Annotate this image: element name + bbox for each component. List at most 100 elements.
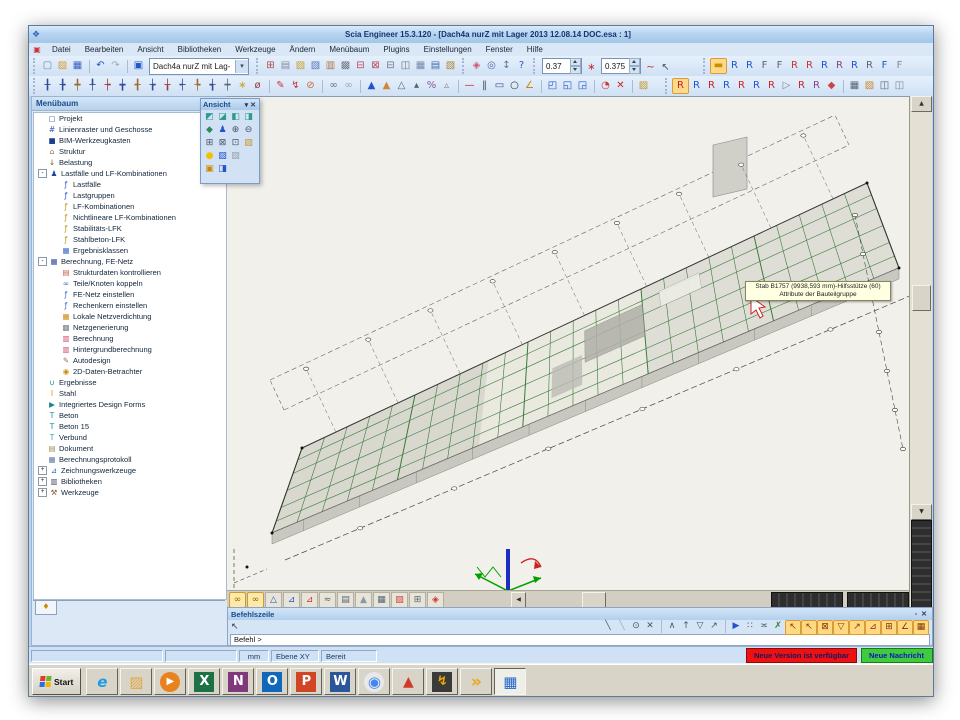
spinner-up-button[interactable]: [629, 58, 640, 66]
link-nodes-icon[interactable]: ∞: [247, 592, 264, 608]
winamp-taskbar-button[interactable]: ↯: [426, 668, 458, 695]
data-table-icon[interactable]: ▦: [373, 592, 390, 608]
snap-midpoint-icon[interactable]: ↖: [801, 620, 817, 635]
tree-item-strukturdaten-kontrollieren[interactable]: ▤Strukturdaten kontrollieren: [34, 267, 226, 278]
undo-icon[interactable]: ↶: [93, 58, 108, 74]
picture-gallery-icon[interactable]: ▨: [293, 58, 308, 74]
draw-line-icon[interactable]: —: [462, 78, 477, 94]
tree-item-berechnungsprotokoll[interactable]: ▦Berechnungsprotokoll: [34, 454, 226, 465]
tree-item-integriertes-design-forms[interactable]: ▶Integriertes Design Forms: [34, 399, 226, 410]
play-animation-icon[interactable]: ▷: [779, 78, 794, 94]
split-view-1-icon[interactable]: ◫: [877, 78, 892, 94]
render-lights-icon[interactable]: R: [862, 58, 877, 74]
rotate-reset-icon[interactable]: R: [749, 78, 764, 94]
menu-item-werkzeuge[interactable]: Werkzeuge: [228, 43, 282, 56]
snap-intersect-icon[interactable]: ⊠: [817, 620, 833, 635]
grid-snap-icon[interactable]: ⊞: [409, 592, 426, 608]
cursor-snap-icon[interactable]: ▶: [729, 620, 743, 633]
new-message-alert[interactable]: Neue Nachricht: [861, 648, 933, 663]
line-snap-icon[interactable]: ╲: [601, 620, 615, 633]
spinner-down-button[interactable]: [570, 66, 581, 74]
model-viewport[interactable]: Stab B1757 (9938,593 mm)-Hilfsstütze (60…: [227, 96, 909, 608]
move-member-icon[interactable]: ↯: [288, 78, 303, 94]
window-copy-icon[interactable]: ◱: [560, 78, 575, 94]
measure-tool-icon[interactable]: ø: [250, 78, 265, 94]
shadow-icon[interactable]: ▧: [229, 149, 242, 162]
media-player-taskbar-button[interactable]: ▶: [154, 668, 186, 695]
cube-view-icon[interactable]: ◈: [427, 592, 444, 608]
tree-item-lastf-lle-und-lf-kombinationen[interactable]: -♟Lastfälle und LF-Kombinationen: [34, 168, 226, 179]
chrome-taskbar-button[interactable]: ◉: [358, 668, 390, 695]
cross-link-tool-icon[interactable]: ╅: [205, 78, 220, 94]
curve-tool-icon[interactable]: ~: [643, 60, 658, 76]
rotate-y-icon[interactable]: R: [689, 78, 704, 94]
scroll-left-button[interactable]: ◀: [511, 592, 526, 608]
snap-endpoint-icon[interactable]: ↖: [785, 620, 801, 635]
draw-rectangle-icon[interactable]: ▭: [492, 78, 507, 94]
beam-tool-icon[interactable]: ╂: [40, 78, 55, 94]
new-document-icon[interactable]: ▢: [40, 58, 55, 74]
expand-toggle-icon[interactable]: -: [38, 169, 47, 178]
tree-item-verbund[interactable]: TVerbund: [34, 432, 226, 443]
link-open-icon[interactable]: ∞: [326, 78, 341, 94]
tree-item-teile-knoten-koppeln[interactable]: ∞Teile/Knoten koppeln: [34, 278, 226, 289]
tree-item-beton-15[interactable]: TBeton 15: [34, 421, 226, 432]
render-section-icon[interactable]: R: [832, 58, 847, 74]
tree-item-fe-netz-einstellen[interactable]: ƒFE-Netz einstellen: [34, 289, 226, 300]
view-bottom-icon[interactable]: F: [892, 58, 907, 74]
image-capture-icon[interactable]: ▨: [391, 592, 408, 608]
menu-item-fenster[interactable]: Fenster: [479, 43, 520, 56]
draw-circle-icon[interactable]: ○: [507, 78, 522, 94]
table-icon[interactable]: ▦: [413, 58, 428, 74]
tree-item-bibliotheken[interactable]: +▥Bibliotheken: [34, 476, 226, 487]
save-view-icon[interactable]: ▦: [847, 78, 862, 94]
expand-toggle-icon[interactable]: -: [38, 257, 47, 266]
clip-box-icon[interactable]: ▣: [203, 162, 216, 175]
palette-close-icon[interactable]: ✕: [249, 101, 257, 109]
vertex-snap-icon[interactable]: ∧: [665, 620, 679, 633]
collapsed-panel-3[interactable]: [911, 520, 932, 608]
tree-item-bim-werkzeugkasten[interactable]: ■BIM-Werkzeugkasten: [34, 135, 226, 146]
view-params-icon[interactable]: ◨: [216, 162, 229, 175]
spinner-down-button[interactable]: [629, 66, 640, 74]
render-wireframe-icon[interactable]: R: [727, 58, 742, 74]
layers-stack-icon[interactable]: ▤: [337, 592, 354, 608]
view-top-icon[interactable]: F: [877, 58, 892, 74]
tree-item-lf-kombinationen[interactable]: ƒLF-Kombinationen: [34, 201, 226, 212]
rotate-x-icon[interactable]: R: [672, 78, 689, 94]
menu-item-men-baum[interactable]: Menübaum: [322, 43, 376, 56]
zoom-document-icon[interactable]: ◎: [484, 58, 499, 74]
select-query-icon[interactable]: ↖: [658, 60, 673, 76]
tree-item-nichtlineare-lf-kombinationen[interactable]: ƒNichtlineare LF-Kombinationen: [34, 212, 226, 223]
star-tool-icon[interactable]: ∗: [235, 78, 250, 94]
scia-engineer-taskbar-button[interactable]: ▦: [494, 668, 526, 695]
intersection-snap-icon[interactable]: ✕: [643, 620, 657, 633]
render-transparent-icon[interactable]: R: [742, 58, 757, 74]
modify-geometry-icon[interactable]: ✎: [273, 78, 288, 94]
diamond-marker-icon[interactable]: ◆: [824, 78, 839, 94]
render-edges-icon[interactable]: R: [787, 58, 802, 74]
expand-toggle-icon[interactable]: +: [38, 477, 47, 486]
tree-item-stabilit-ts-lfk[interactable]: ƒStabilitäts-LFK: [34, 223, 226, 234]
shell-tool-icon[interactable]: ┾: [100, 78, 115, 94]
yellow-arrows-taskbar-button[interactable]: »: [460, 668, 492, 695]
results-icon[interactable]: ⊠: [368, 58, 383, 74]
menu-item-einstellungen[interactable]: Einstellungen: [417, 43, 479, 56]
menu-item-ndern[interactable]: Ändern: [283, 43, 323, 56]
spinner-up-button[interactable]: [570, 58, 581, 66]
window-paste-icon[interactable]: ◲: [575, 78, 590, 94]
color-palette-icon[interactable]: ◈: [469, 58, 484, 74]
chart-section-icon[interactable]: ⊿: [283, 592, 300, 608]
user-settings-icon[interactable]: ⊞: [263, 58, 278, 74]
arrow-snap-icon[interactable]: ↑: [679, 620, 693, 633]
draw-polyline-icon[interactable]: ‖: [477, 78, 492, 94]
column-tool-icon[interactable]: ╊: [55, 78, 70, 94]
open-recent-icon[interactable]: ▨: [636, 78, 651, 94]
snap-line-icon[interactable]: ∠: [897, 620, 913, 635]
calculator-icon[interactable]: ⊟: [353, 58, 368, 74]
pin-levels-icon[interactable]: ↕: [499, 58, 514, 74]
tree-item-rechenkern-einstellen[interactable]: ƒRechenkern einstellen: [34, 300, 226, 311]
tree-item-hintergrundberechnung[interactable]: ▥Hintergrundberechnung: [34, 344, 226, 355]
menu-item-hilfe[interactable]: Hilfe: [520, 43, 550, 56]
snap-node-icon[interactable]: ⊿: [865, 620, 881, 635]
